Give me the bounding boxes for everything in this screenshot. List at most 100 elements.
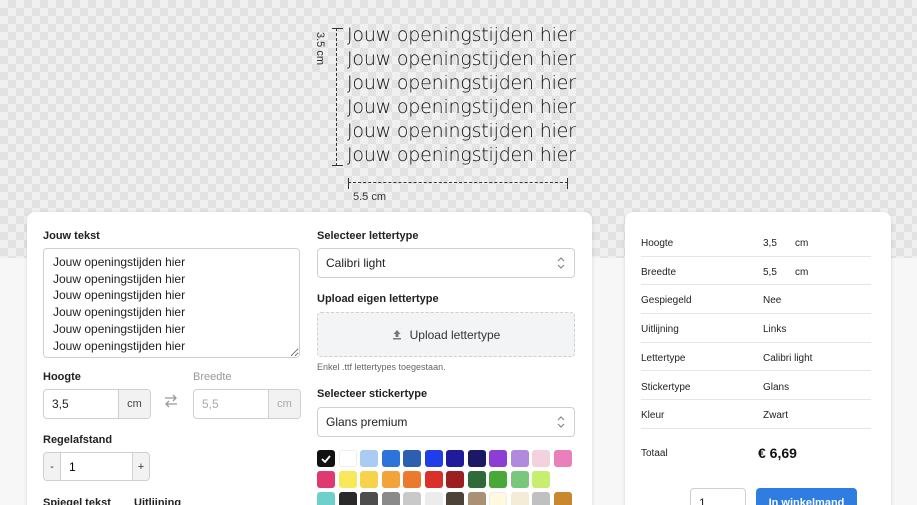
height-dimension-label: 3.5 cm [314,32,326,66]
upload-font-label: Upload lettertype [409,327,501,342]
preview-line: Jouw openingstijden hier [347,48,576,70]
width-input[interactable] [194,390,268,418]
chevron-up-down-icon [557,416,565,428]
color-swatch[interactable] [446,471,464,488]
color-swatch[interactable] [317,471,335,488]
width-label: Breedte [193,371,232,383]
summary-row: Breedte 5,5 cm [641,257,871,286]
summary-row: Hoogte 3,5 cm [641,228,871,257]
preview-line: Jouw openingstijden hier [347,96,576,118]
color-swatch[interactable] [489,471,507,488]
color-swatch[interactable] [403,471,421,488]
color-swatch[interactable] [381,492,400,505]
height-field: cm [43,389,151,419]
preview-line: Jouw openingstijden hier [347,24,576,46]
height-dimension-line [332,28,343,166]
total-price: € 6,69 [758,445,797,461]
color-swatch[interactable] [510,450,529,467]
color-swatch[interactable] [532,450,550,467]
summary-key: Uitlijning [641,324,679,336]
line-spacing-label: Regelafstand [43,434,113,446]
font-select[interactable]: Calibri light [317,248,575,278]
check-icon [317,450,335,467]
order-summary-panel: Hoogte 3,5 cm Breedte 5,5 cm Gespiegeld Nee Uitl… [625,212,891,505]
width-unit: cm [268,390,300,418]
preview-line: Jouw openingstijden hier [347,144,576,166]
summary-value: Nee [763,295,782,307]
color-swatch[interactable] [360,492,378,505]
color-swatch[interactable] [510,492,529,505]
summary-value: Glans [763,381,790,393]
color-swatch[interactable] [424,492,443,505]
color-swatch-grid [317,450,572,505]
sticker-type-label: Selecteer stickertype [317,388,428,400]
color-swatch[interactable] [532,492,550,505]
upload-label: Upload eigen lettertype [317,293,439,305]
width-dimension-line [348,178,568,189]
summary-key: Kleur [641,410,665,422]
color-swatch[interactable] [467,450,486,467]
sticker-type-select[interactable]: Glans premium [317,407,575,437]
color-swatch[interactable] [403,492,421,505]
line-spacing-input[interactable] [61,453,132,480]
color-swatch[interactable] [553,492,572,505]
preview-line: Jouw openingstijden hier [347,120,576,142]
color-swatch[interactable] [424,450,443,467]
summary-unit: cm [795,266,809,278]
summary-key: Breedte [641,266,677,278]
sticker-type-value: Glans premium [326,415,408,429]
increase-button[interactable]: + [132,453,149,480]
summary-value: 3,5 [763,238,777,249]
width-dimension-label: 5.5 cm [353,191,387,203]
color-swatch[interactable] [489,450,507,467]
color-swatch[interactable] [467,471,486,488]
upload-font-button[interactable]: Upload lettertype [317,312,575,357]
sticker-preview: 3.5 cm Jouw openingstijden hier Jouw open… [310,20,590,210]
color-swatch[interactable] [338,471,357,488]
height-label: Hoogte [43,371,81,383]
color-swatch[interactable] [553,450,572,467]
summary-row: Stickertype Glans [641,372,871,400]
color-swatch[interactable] [338,450,357,467]
font-label: Selecteer lettertype [317,230,419,242]
color-swatch[interactable] [317,492,335,505]
color-swatch[interactable] [381,450,400,467]
color-swatch[interactable] [446,450,464,467]
text-label: Jouw tekst [43,230,100,242]
editor-panel: Jouw tekst Hoogte cm Breedte cm Regelafs… [27,212,592,505]
color-swatch[interactable] [381,471,400,488]
color-swatch [554,471,572,488]
summary-value: 5,5 [763,266,777,278]
color-swatch[interactable] [424,471,443,488]
swap-dimensions-icon[interactable] [163,393,179,409]
preview-line: Jouw openingstijden hier [347,72,576,94]
quantity-input[interactable]: 1 [690,488,746,505]
color-swatch[interactable] [510,471,529,488]
color-swatch[interactable] [489,492,507,505]
total-label: Totaal [641,448,668,459]
height-unit: cm [118,390,150,418]
color-swatch[interactable] [338,492,357,505]
summary-value: Calibri light [763,352,813,364]
color-swatch[interactable] [403,450,421,467]
text-input[interactable] [43,248,300,358]
summary-row: Gespiegeld Nee [641,285,871,314]
color-swatch[interactable] [532,471,550,488]
add-to-cart-button[interactable]: In winkelmand [756,488,857,505]
chevron-up-down-icon [557,257,565,269]
color-swatch[interactable] [317,450,335,467]
upload-note: Enkel .ttf lettertypes toegestaan. [317,362,446,372]
height-input[interactable] [44,390,118,418]
summary-value: Links [763,324,787,336]
mirror-label: Spiegel tekst [43,497,111,505]
summary-value: Zwart [763,410,788,422]
color-swatch[interactable] [446,492,464,505]
summary-key: Hoogte [641,238,674,249]
decrease-button[interactable]: - [44,453,61,480]
color-swatch[interactable] [467,492,486,505]
color-swatch[interactable] [360,471,378,488]
line-spacing-stepper: - + [43,452,150,481]
summary-key: Gespiegeld [641,295,692,307]
summary-row: Lettertype Calibri light [641,343,871,372]
color-swatch[interactable] [360,450,378,467]
